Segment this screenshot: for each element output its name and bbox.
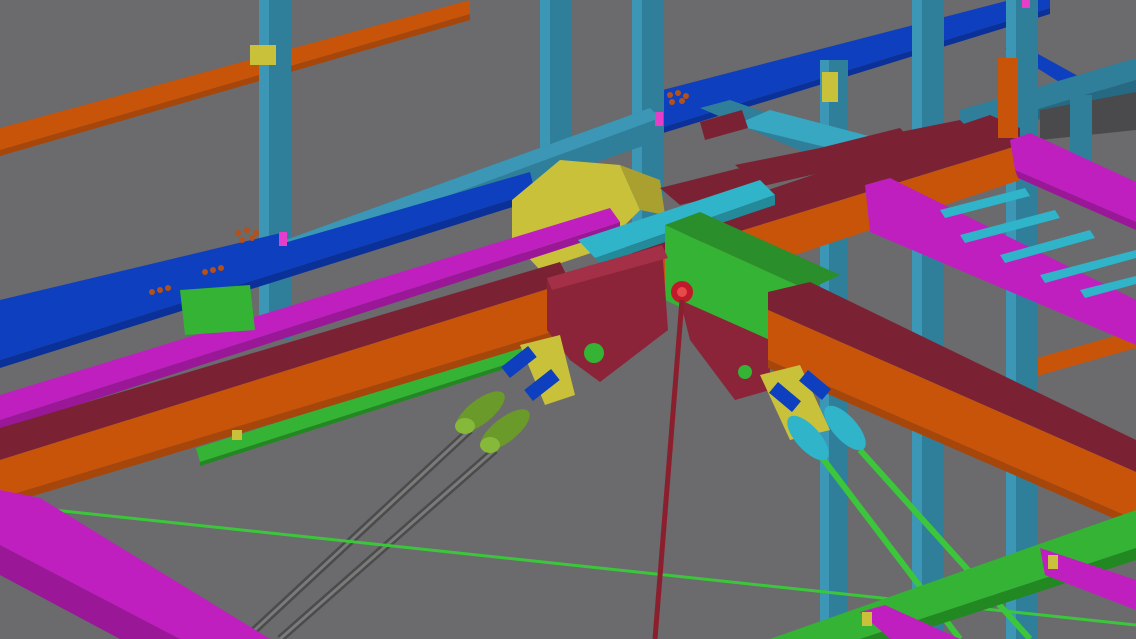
pin-hole-right bbox=[738, 365, 752, 379]
structure-render bbox=[0, 0, 1136, 639]
model-viewport[interactable] bbox=[0, 0, 1136, 639]
pin-hole-left bbox=[584, 343, 604, 363]
